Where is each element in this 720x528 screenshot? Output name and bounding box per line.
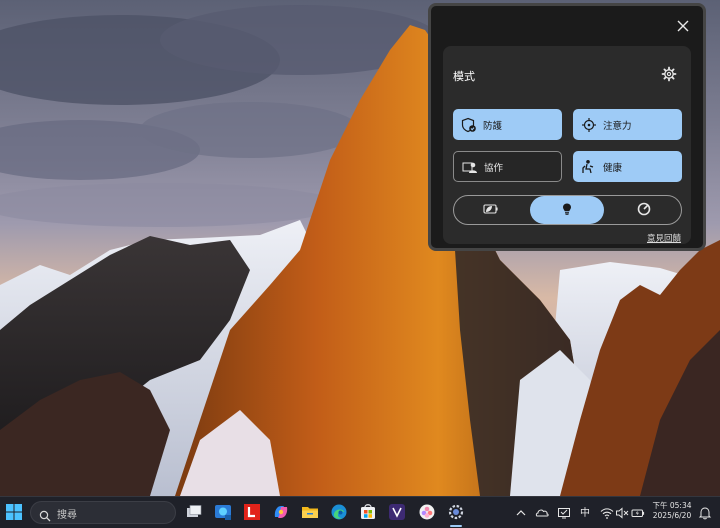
- mode-tile-label: 防護: [483, 120, 503, 132]
- mode-tile-label: 注意力: [603, 120, 632, 132]
- edge-icon[interactable]: [330, 503, 348, 521]
- input-method-indicator[interactable]: 中: [580, 504, 590, 519]
- smart-modes-popup: 模式 防護 注意力 協作 健康 意見回饋: [428, 3, 706, 251]
- mode-tile-attention[interactable]: 注意力: [573, 109, 682, 140]
- speaker-muted-icon[interactable]: [615, 505, 629, 519]
- mode-tile-label: 協作: [484, 162, 504, 174]
- clock[interactable]: 下午 05:34 2025/6/20: [650, 501, 694, 521]
- focus-crosshair-icon: [581, 117, 597, 133]
- shield-check-icon: [461, 117, 477, 133]
- modes-card: 模式 防護 注意力 協作 健康 意見回饋: [443, 46, 691, 244]
- taskbar: 搜尋 中 下午 05:34 2025/6/20: [0, 496, 720, 528]
- feedback-link[interactable]: 意見回饋: [647, 232, 681, 244]
- search-placeholder: 搜尋: [57, 510, 77, 521]
- display-icon[interactable]: [557, 505, 571, 519]
- mode-tile-protection[interactable]: 防護: [453, 109, 562, 140]
- windows-start-icon[interactable]: [5, 503, 23, 521]
- photos-icon[interactable]: [418, 503, 436, 521]
- search-icon: [39, 507, 51, 526]
- search-box[interactable]: 搜尋: [30, 501, 176, 524]
- mode-tile-label: 健康: [603, 162, 623, 174]
- active-app-indicator: [450, 525, 462, 527]
- posture-icon: [581, 159, 597, 175]
- mode-tile-collaboration[interactable]: 協作: [453, 151, 562, 182]
- modes-title: 模式: [453, 70, 475, 83]
- gear-icon[interactable]: [661, 66, 677, 82]
- lenovo-l-icon[interactable]: [243, 503, 261, 521]
- notification-bell-icon[interactable]: [698, 505, 712, 520]
- clock-time: 下午 05:34: [652, 501, 692, 510]
- battery-icon[interactable]: [631, 505, 645, 519]
- onedrive-icon[interactable]: [535, 505, 549, 519]
- chevron-up-icon[interactable]: [514, 505, 528, 519]
- lightbulb-icon: [560, 201, 574, 220]
- close-icon[interactable]: [675, 18, 691, 34]
- copilot-icon[interactable]: [272, 503, 290, 521]
- edge-dev-icon[interactable]: [214, 503, 232, 521]
- smart-modes-icon[interactable]: [447, 503, 465, 521]
- microsoft-store-icon[interactable]: [359, 503, 377, 521]
- file-explorer-icon[interactable]: [301, 503, 319, 521]
- balanced-option[interactable]: [530, 196, 604, 224]
- battery-saver-option[interactable]: [454, 196, 528, 224]
- person-frame-icon: [462, 159, 478, 175]
- mode-tile-health[interactable]: 健康: [573, 151, 682, 182]
- battery-leaf-icon: [482, 201, 500, 220]
- clock-date: 2025/6/20: [652, 511, 692, 520]
- speedometer-icon: [637, 201, 651, 220]
- power-mode-selector: [453, 195, 682, 225]
- task-view-icon[interactable]: [185, 503, 203, 521]
- performance-option[interactable]: [607, 196, 681, 224]
- vantage-icon[interactable]: [388, 503, 406, 521]
- wifi-icon[interactable]: [600, 505, 614, 519]
